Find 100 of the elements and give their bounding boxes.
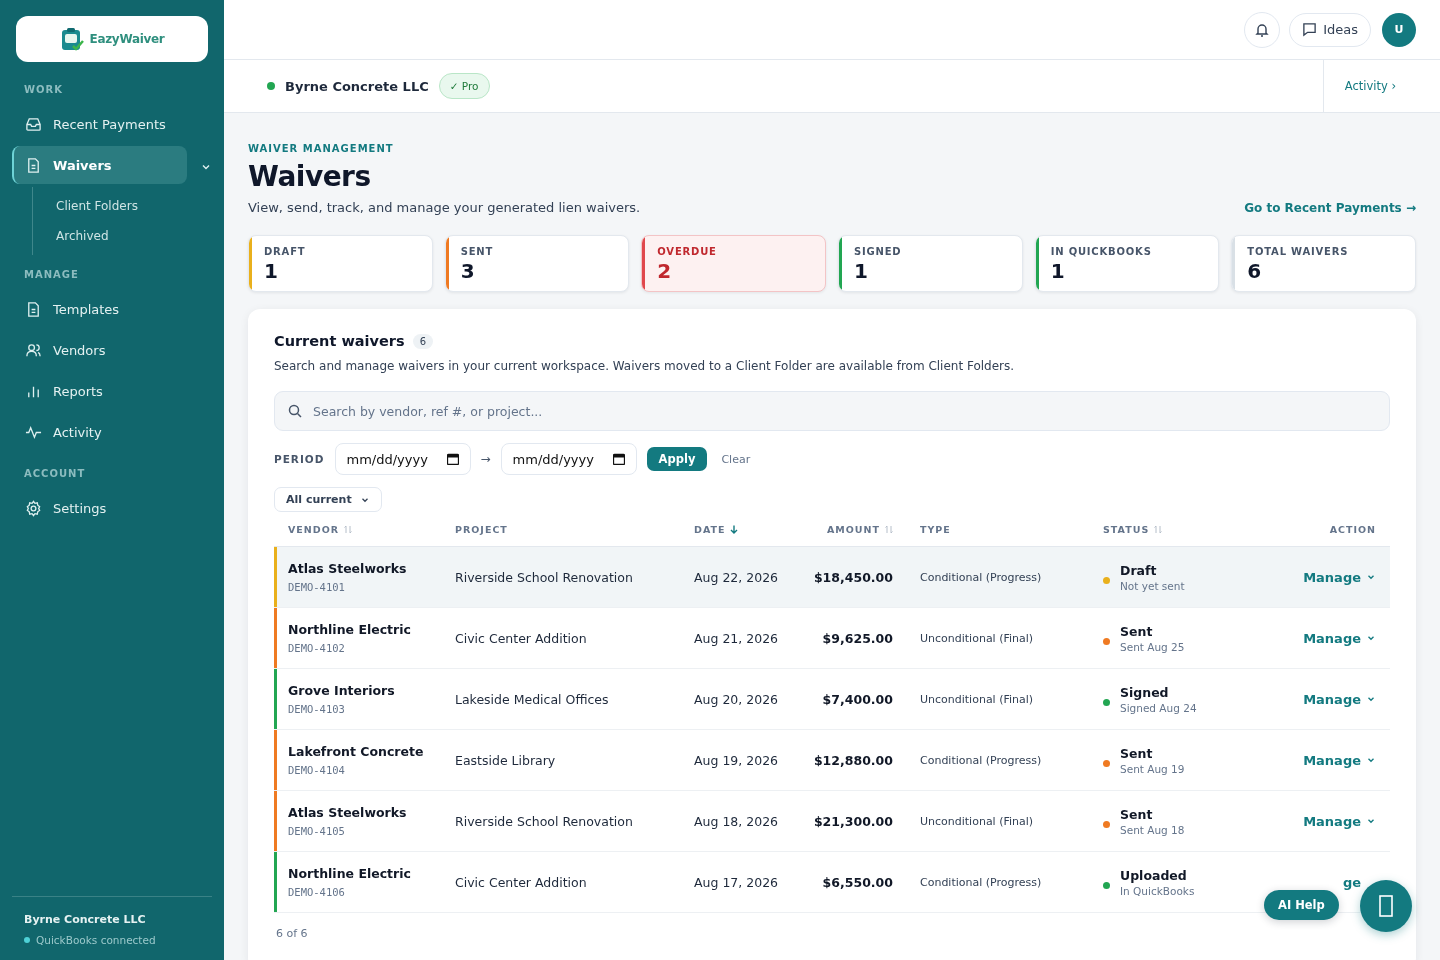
table-cell-text: Riverside School Renovation [455,569,634,585]
nav-item[interactable]: Reports [12,372,187,410]
amount-cell: $9,625.00 [822,630,893,646]
vendor-name: Atlas Steelworks [288,561,408,576]
status-label: Sent [1120,623,1154,639]
ai-help-button[interactable]: AI Help [1264,890,1339,920]
apply-button[interactable]: Apply [646,447,708,471]
user-avatar[interactable]: U [1382,12,1416,47]
nav-item[interactable]: Settings [12,489,187,527]
date-field[interactable]: mm/dd/yyyy [500,443,637,475]
column-header[interactable]: PROJECT [455,523,508,535]
range-arrow: → [480,452,491,466]
column-header[interactable]: DATE [694,523,739,535]
manage-menu[interactable]: Manage [1303,630,1376,646]
column-header[interactable]: VENDOR [288,523,353,535]
manage-menu[interactable]: Manage [1303,813,1376,829]
panel-title: Current waivers [274,333,405,349]
table-row[interactable]: Atlas Steelworks DEMO-4105 Riverside School Renovation Aug 18, 2026 $21,300.00 Unconditional (Final) Sent Sent Aug 18 Manage [274,791,1390,852]
manage-menu[interactable]: ge [1342,874,1361,890]
table-cell-text: Aug 20, 2026 [694,691,780,707]
table-cell-text: Conditional (Progress) [920,875,1043,889]
table-cell-text: Riverside School Renovation [455,813,634,829]
nav-subitem[interactable]: Client Folders [33,191,212,221]
table-cell-text: Conditional (Progress) [920,753,1043,767]
chat-icon [1302,22,1318,37]
eyebrow: WAIVER MANAGEMENT [248,143,395,154]
period-label: PERIOD [274,453,325,465]
reference-number: DEMO-4102 [288,642,346,654]
nav-item[interactable]: Activity [12,413,187,451]
settings-icon [25,499,42,517]
column-header[interactable]: STATUS [1103,523,1163,535]
brand-name: EazyWaiver [89,32,165,46]
status-label: Draft [1120,562,1158,578]
vendor-name: Northline Electric [288,866,412,881]
table-cell-text: Aug 22, 2026 [694,569,780,585]
panel-description: Search and manage waivers in your current workspace. Waivers moved to a Client Folder are available from Client Folders. [274,359,1016,373]
table-cell-text: Eastside Library [455,752,557,768]
company-name: Byrne Concrete LLC [285,78,429,94]
column-header[interactable]: ACTION [1329,523,1376,535]
nav-item[interactable]: Recent Payments [12,105,187,143]
reference-number: DEMO-4103 [288,703,346,715]
reference-number: DEMO-4105 [288,825,346,837]
table-cell-text: Civic Center Addition [455,630,588,646]
table-row[interactable]: Grove Interiors DEMO-4103 Lakeside Medical Offices Aug 20, 2026 $7,400.00 Unconditional (Final) Signed Signed Aug 24 Manage [274,669,1390,730]
date-field[interactable]: mm/dd/yyyy [334,443,471,475]
column-header[interactable]: AMOUNT [826,523,893,535]
amount-cell: $21,300.00 [813,813,893,829]
table-cell-text: Aug 18, 2026 [694,813,780,829]
table-cell-text: Civic Center Addition [455,874,588,890]
nav-subitem[interactable]: Archived [33,221,212,251]
calendar-icon[interactable] [446,453,459,465]
activity-link[interactable]: Activity › [1322,60,1440,112]
table-cell-text: Unconditional (Final) [920,814,1035,828]
vendor-name: Grove Interiors [288,683,396,698]
document-icon [25,300,42,318]
calendar-icon[interactable] [612,453,625,465]
stat-value: 6 [1247,259,1263,283]
ideas-button[interactable]: Ideas [1289,12,1371,47]
nav-item[interactable]: Waivers [12,146,187,184]
status-label: Sent [1120,806,1154,822]
table-row[interactable]: Atlas Steelworks DEMO-4101 Riverside School Renovation Aug 22, 2026 $18,450.00 Conditional (Progress) Draft Not yet sent Manage [274,547,1390,608]
document-icon [25,156,42,174]
status-note: In QuickBooks [1120,884,1195,897]
manage-menu[interactable]: Manage [1303,691,1376,707]
table-cell-text: Aug 19, 2026 [694,752,780,768]
pulse-icon [25,423,42,441]
table-cell-text: Unconditional (Final) [920,692,1035,706]
amount-cell: $18,450.00 [813,569,893,585]
search-icon [288,404,302,418]
amount-cell: $6,550.00 [822,874,893,890]
bell-icon [1254,21,1271,38]
count-badge: 6 [412,333,433,349]
column-header[interactable]: TYPE [920,523,951,535]
vendor-name: Lakefront Concrete [288,744,425,759]
sort-down-icon[interactable] [730,524,739,534]
inbox-icon [25,115,42,133]
stat-label: SENT [460,246,494,257]
filter-dropdown[interactable]: All current [274,487,382,512]
notifications-button[interactable] [1244,11,1281,48]
section-title: ACCOUNT [24,468,87,479]
table-row[interactable]: Northline Electric DEMO-4102 Civic Center Addition Aug 21, 2026 $9,625.00 Unconditional (Final) Sent Sent Aug 25 Manage [274,608,1390,669]
recent-payments-link[interactable]: Go to Recent Payments → [1244,200,1416,215]
stat-value: 2 [657,259,673,283]
manage-menu[interactable]: Manage [1303,569,1376,585]
table-row[interactable]: Lakefront Concrete DEMO-4104 Eastside Library Aug 19, 2026 $12,880.00 Conditional (Progress) Sent Sent Aug 19 Manage [274,730,1390,791]
stat-value: 1 [264,259,279,283]
clear-button[interactable]: Clear [717,452,755,466]
stat-label: OVERDUE [657,246,717,257]
manage-menu[interactable]: Manage [1303,752,1376,768]
reference-number: DEMO-4104 [288,764,346,776]
company-name: Byrne Concrete LLC [24,913,147,926]
stat-label: DRAFT [264,246,306,257]
search-field[interactable]: Search by vendor, ref #, or project... [274,391,1390,431]
table-cell-text: Lakeside Medical Offices [455,691,610,707]
users-icon [25,341,42,359]
nav-item[interactable]: Templates [12,290,187,328]
reference-number: DEMO-4101 [288,581,346,593]
page-title: Waivers [248,160,372,193]
nav-item[interactable]: Vendors [12,331,187,369]
rectangle-icon [1379,895,1393,917]
